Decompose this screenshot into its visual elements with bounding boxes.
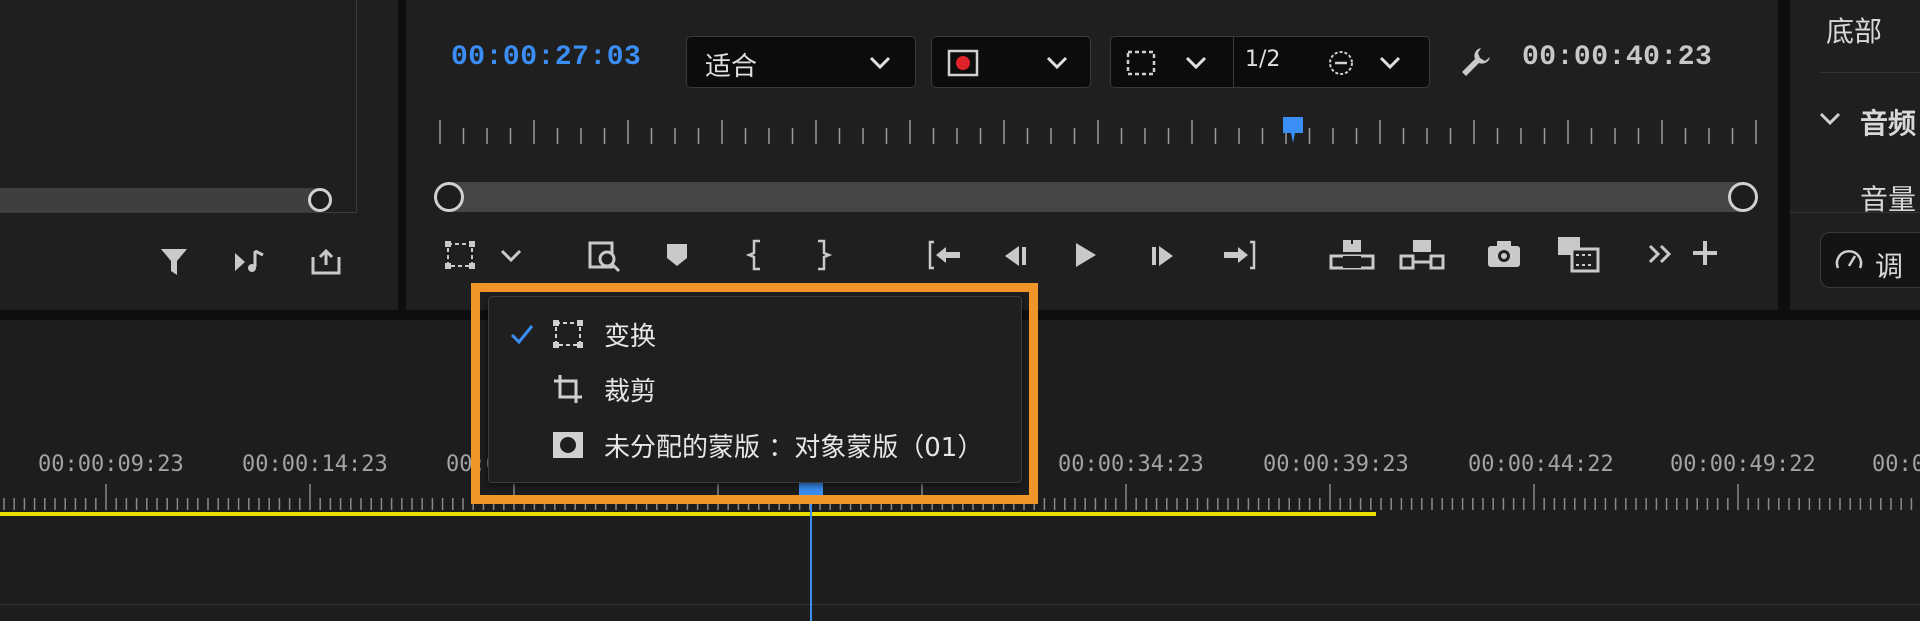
chevron-down-icon bbox=[1375, 49, 1405, 77]
go-to-out-icon[interactable] bbox=[1220, 238, 1260, 272]
speedometer-icon bbox=[1833, 245, 1865, 277]
chevron-down-icon bbox=[865, 49, 895, 77]
monitor-scroll-handle-left[interactable] bbox=[434, 182, 464, 212]
monitor-ruler-ticks bbox=[436, 118, 1766, 150]
resolution-label: 1/2 bbox=[1245, 47, 1281, 72]
lift-icon[interactable] bbox=[1328, 234, 1376, 274]
chevron-down-icon bbox=[1042, 49, 1072, 77]
properties-panel: 底部 音频 音量 调 bbox=[1790, 0, 1920, 310]
work-area-bar[interactable] bbox=[0, 512, 1376, 516]
filter-icon[interactable] bbox=[156, 244, 192, 280]
play-icon[interactable] bbox=[1068, 238, 1102, 272]
current-timecode[interactable]: 00:00:27:03 bbox=[451, 42, 641, 73]
chevron-down-icon[interactable] bbox=[1816, 106, 1844, 132]
adjust-button-label: 调 bbox=[1875, 250, 1904, 283]
monitor-zoom-scrollbar[interactable] bbox=[436, 182, 1756, 212]
section-separator bbox=[1820, 72, 1920, 73]
marker-icon[interactable] bbox=[662, 240, 692, 270]
source-panel-frame bbox=[0, 0, 357, 213]
go-to-in-icon[interactable] bbox=[924, 238, 964, 272]
chevron-down-icon bbox=[1181, 49, 1211, 77]
timeline-ruler-label: 00:00:39:23 bbox=[1263, 452, 1409, 477]
monitor-scroll-handle-right[interactable] bbox=[1728, 182, 1758, 212]
timeline-ruler-label: 00:00:34:23 bbox=[1058, 452, 1204, 477]
safe-margins-icon bbox=[1125, 49, 1157, 77]
panel-divider-vertical-right[interactable] bbox=[1778, 0, 1790, 310]
adjust-button[interactable]: 调 bbox=[1820, 232, 1920, 288]
extract-icon[interactable] bbox=[1398, 234, 1446, 274]
zoom-out-icon bbox=[1325, 49, 1357, 77]
align-bottom-label: 底部 bbox=[1826, 15, 1883, 48]
zoom-dropdown-value: 适合 bbox=[705, 52, 758, 82]
record-icon bbox=[946, 48, 980, 78]
review-search-icon[interactable] bbox=[584, 236, 624, 274]
add-button-icon[interactable] bbox=[1688, 236, 1722, 270]
source-scroll-handle[interactable] bbox=[308, 188, 332, 212]
source-scrollbar[interactable] bbox=[0, 188, 330, 212]
timeline-ruler-label: 00:00:44:22 bbox=[1468, 452, 1614, 477]
audio-output-icon[interactable] bbox=[230, 244, 270, 280]
track-separator bbox=[0, 604, 1920, 605]
timeline-ruler-label: 00:0 bbox=[1872, 452, 1920, 477]
transform-icon[interactable] bbox=[442, 238, 478, 272]
panel-divider-vertical-left[interactable] bbox=[398, 0, 406, 310]
wrench-icon[interactable] bbox=[1458, 44, 1494, 80]
dropdown-separator bbox=[1233, 37, 1234, 87]
monitor-playhead[interactable] bbox=[1282, 116, 1304, 143]
timeline-ruler-label: 00:00:14:23 bbox=[242, 452, 388, 477]
orange-highlight-box bbox=[471, 283, 1038, 504]
resolution-dropdown[interactable]: 1/2 bbox=[1110, 36, 1430, 88]
comparison-view-icon[interactable] bbox=[1554, 234, 1602, 274]
duration-timecode: 00:00:40:23 bbox=[1522, 42, 1713, 73]
step-back-icon[interactable] bbox=[998, 240, 1032, 272]
mark-in-icon[interactable] bbox=[742, 238, 768, 272]
chevron-down-icon[interactable] bbox=[496, 242, 526, 270]
mark-out-icon[interactable] bbox=[810, 238, 836, 272]
timeline-ruler-label: 00:00:09:23 bbox=[38, 452, 184, 477]
audio-section-title[interactable]: 音频 bbox=[1860, 102, 1916, 142]
export-icon[interactable] bbox=[308, 244, 344, 280]
step-forward-icon[interactable] bbox=[1146, 240, 1180, 272]
section-separator bbox=[1790, 212, 1920, 213]
more-icon[interactable] bbox=[1644, 238, 1678, 270]
timeline-ruler-label: 00:00:49:22 bbox=[1670, 452, 1816, 477]
source-panel bbox=[0, 0, 398, 308]
timeline-playhead-line[interactable] bbox=[810, 498, 812, 621]
camera-icon[interactable] bbox=[1484, 236, 1524, 272]
program-monitor: 00:00:27:03 适合 1/2 00:00:40:23 bbox=[406, 0, 1778, 310]
record-dropdown[interactable] bbox=[931, 36, 1091, 88]
zoom-dropdown[interactable]: 适合 bbox=[686, 36, 916, 88]
